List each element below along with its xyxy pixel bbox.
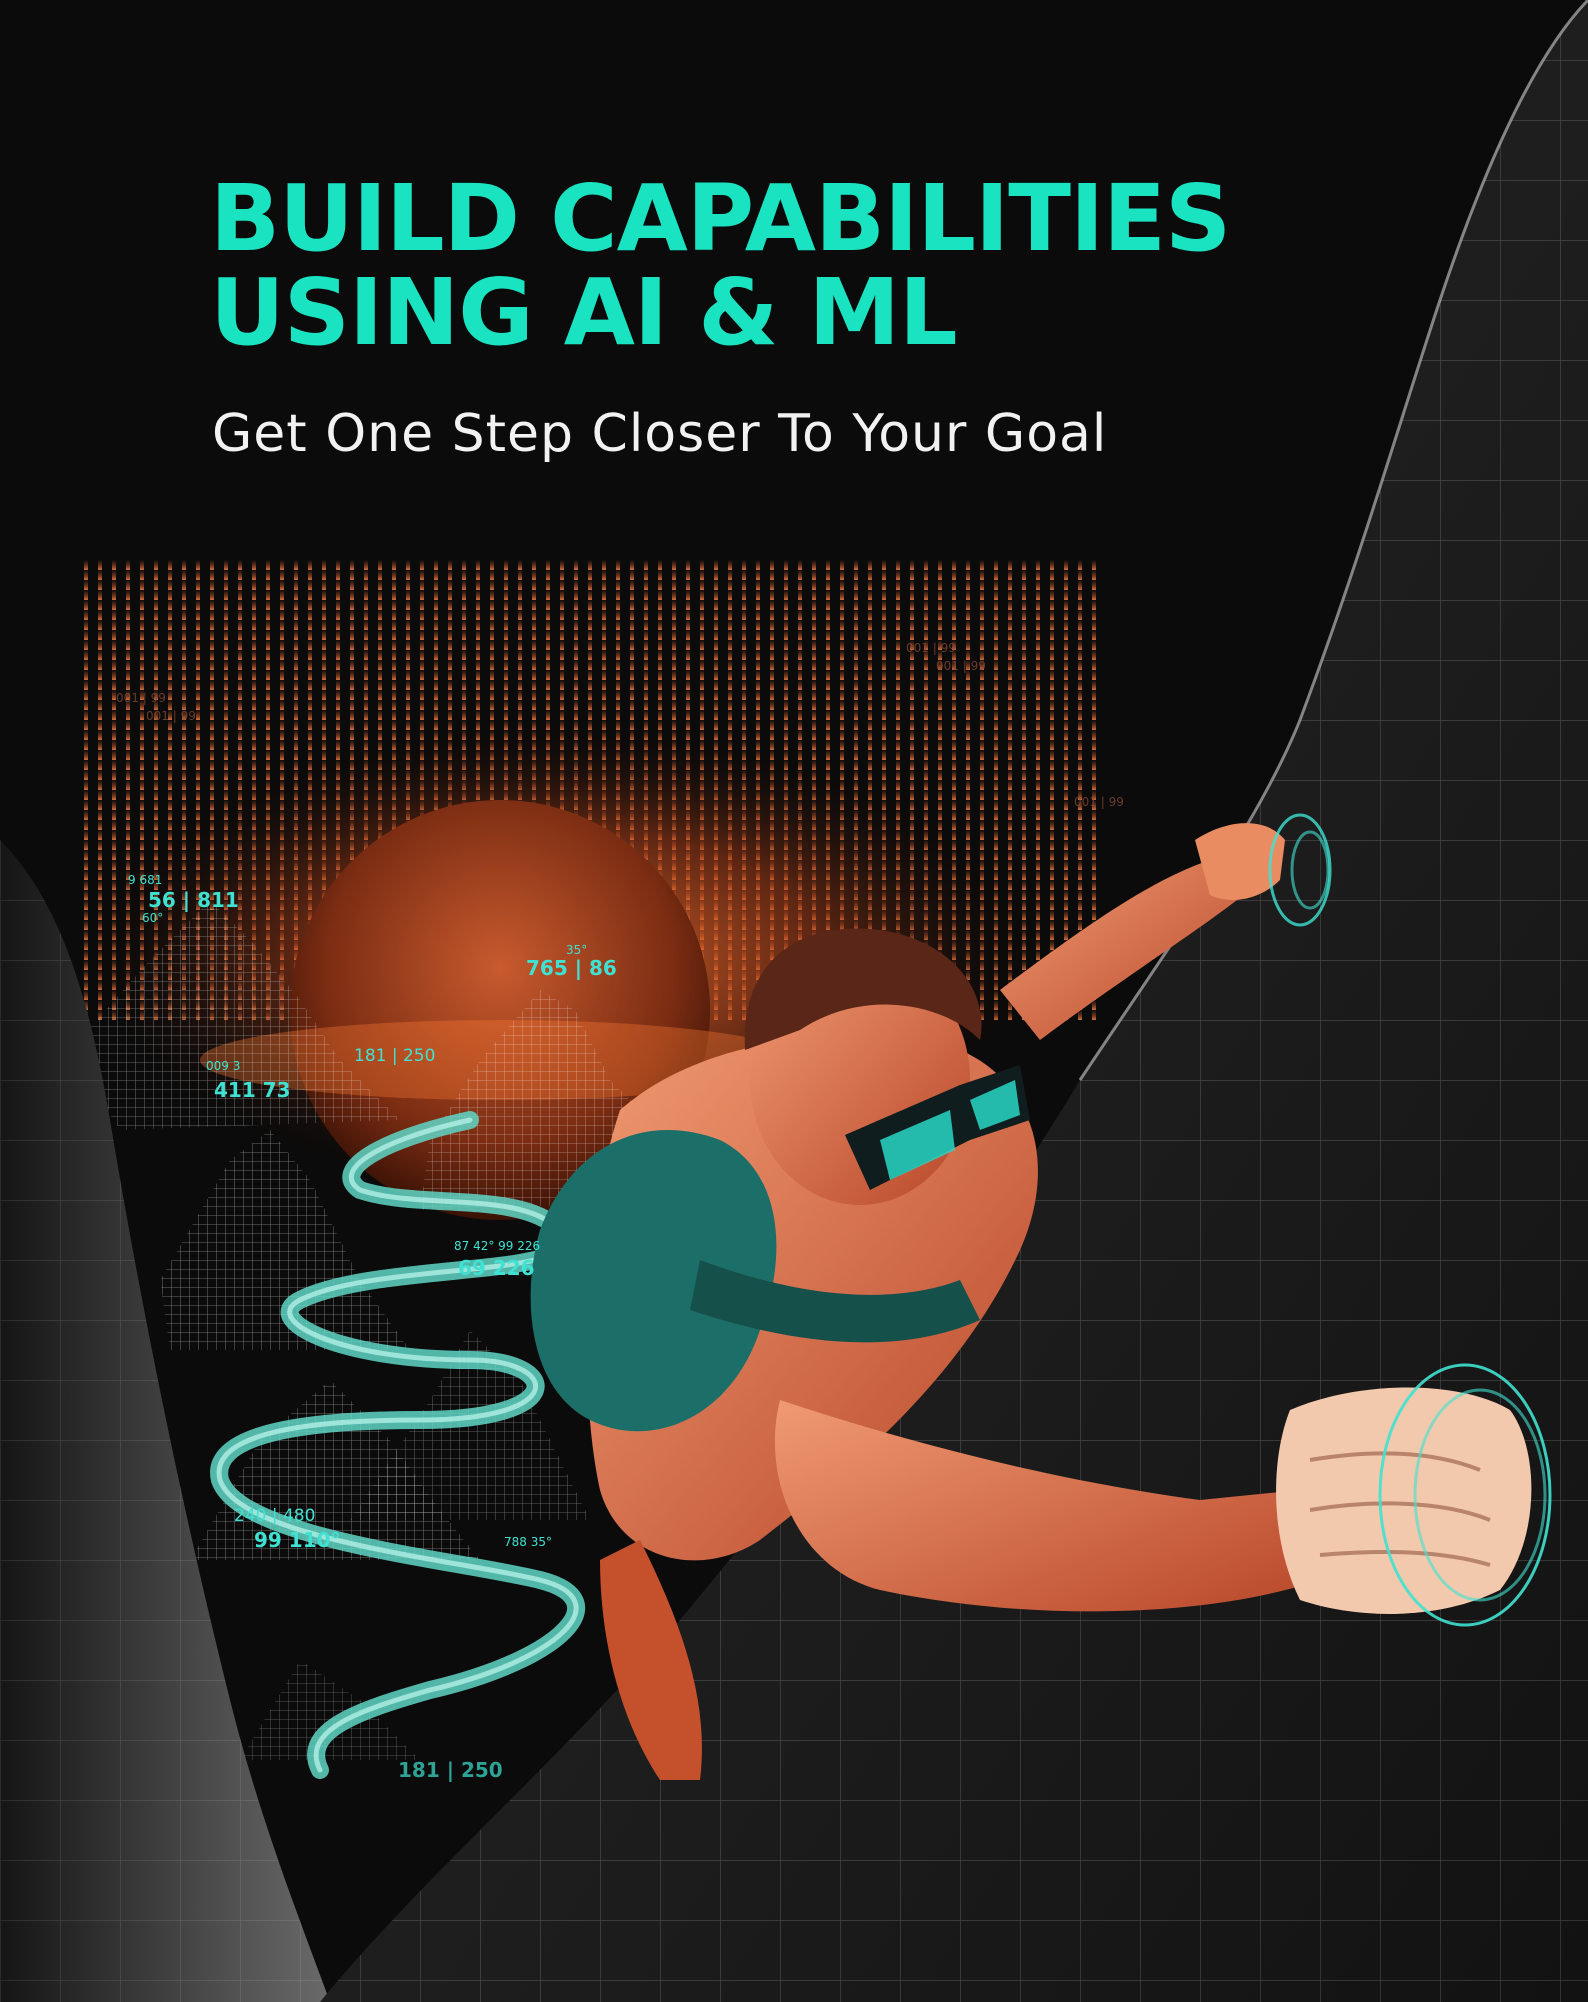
headline-line-1: BUILD CAPABILITIES bbox=[210, 165, 1231, 272]
hud-label: 240 | 480 bbox=[234, 1506, 316, 1526]
hud-label: 87 42° 99 226 bbox=[454, 1239, 541, 1253]
poster: BUILD CAPABILITIES USING AI & ML Get One… bbox=[0, 0, 1588, 2002]
hud-label: 60° bbox=[142, 911, 164, 925]
hud-label: 001 | 99 bbox=[1074, 795, 1124, 809]
hud-label: 009 3 bbox=[206, 1059, 241, 1073]
hud-label: 99 110° bbox=[254, 1528, 341, 1552]
headline: BUILD CAPABILITIES USING AI & ML bbox=[210, 165, 1231, 366]
hud-label: 001 | 99 bbox=[936, 659, 986, 673]
hud-label: 001 | 99 bbox=[906, 641, 956, 655]
hud-label: 69 226 bbox=[458, 1256, 535, 1280]
hud-label: 411 73 bbox=[214, 1078, 291, 1102]
hud-label: 9 681 bbox=[128, 873, 163, 887]
hud-label: 765 | 86 bbox=[526, 956, 617, 980]
hud-label: 001 | 99 bbox=[146, 709, 196, 723]
hud-label: 181 | 250 bbox=[398, 1758, 503, 1782]
headline-line-2: USING AI & ML bbox=[210, 259, 958, 366]
subtitle: Get One Step Closer To Your Goal bbox=[212, 404, 1108, 464]
hud-label: 788 35° bbox=[504, 1535, 552, 1549]
hud-label: 181 | 250 bbox=[354, 1046, 436, 1066]
hud-label: 56 | 811 bbox=[148, 888, 239, 912]
hud-label: 35° bbox=[566, 943, 588, 957]
hud-label: 001 | 99 bbox=[116, 691, 166, 705]
